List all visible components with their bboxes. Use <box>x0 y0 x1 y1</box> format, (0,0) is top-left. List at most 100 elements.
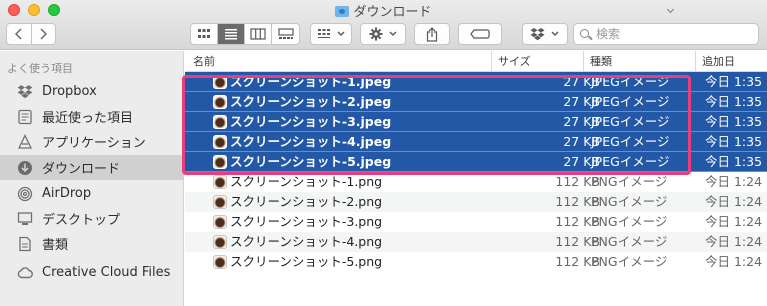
image-thumbnail-icon <box>213 75 227 89</box>
image-thumbnail-icon <box>213 195 227 209</box>
edit-tags-button[interactable] <box>458 23 502 45</box>
column-view-icon <box>250 28 266 40</box>
file-row[interactable]: スクリーンショット-2.jpeg 27 KB JPEGイメージ 今日 1:35 <box>185 92 767 112</box>
file-name: スクリーンショット-3.jpeg <box>230 114 392 129</box>
list-view-button[interactable] <box>218 24 245 44</box>
sidebar-item-label: Dropbox <box>42 84 97 99</box>
file-name: スクリーンショット-3.png <box>230 214 383 229</box>
sidebar-item-applications[interactable]: アプリケーション <box>0 129 184 154</box>
file-size: 27 KB <box>563 114 600 129</box>
chevron-down-icon <box>337 31 344 36</box>
image-thumbnail-icon <box>213 255 227 269</box>
file-name: スクリーンショット-5.png <box>230 254 383 269</box>
file-date-added: 今日 1:35 <box>705 114 763 129</box>
file-kind: JPEGイメージ <box>591 94 670 109</box>
file-date-added: 今日 1:24 <box>705 194 763 209</box>
search-placeholder: 検索 <box>596 27 621 41</box>
view-mode-control <box>190 23 300 45</box>
column-header-size[interactable]: サイズ <box>491 51 583 72</box>
share-icon <box>426 26 438 42</box>
sidebar-item-label: 書類 <box>42 238 69 253</box>
chevron-down-icon <box>389 31 396 36</box>
file-date-added: 今日 1:24 <box>705 254 763 269</box>
gallery-view-button[interactable] <box>272 24 299 44</box>
chevron-left-icon <box>14 28 22 40</box>
dropbox-menu-button[interactable] <box>522 23 568 45</box>
sidebar-item-creative-cloud-files[interactable]: Creative Cloud Files <box>0 260 184 285</box>
sidebar-item-label: AirDrop <box>42 186 92 201</box>
share-button[interactable] <box>414 23 450 45</box>
file-row[interactable]: スクリーンショット-1.jpeg 27 KB JPEGイメージ 今日 1:35 <box>185 72 767 92</box>
group-by-button[interactable] <box>310 23 352 45</box>
file-kind: PNGイメージ <box>591 214 668 229</box>
file-row[interactable]: スクリーンショット-3.jpeg 27 KB JPEGイメージ 今日 1:35 <box>185 112 767 132</box>
file-size: 27 KB <box>563 154 600 169</box>
sidebar-item-documents[interactable]: 書類 <box>0 231 184 256</box>
file-row[interactable]: スクリーンショット-2.png 112 KB PNGイメージ 今日 1:24 <box>185 192 767 212</box>
dropbox-icon <box>530 27 545 40</box>
file-kind: PNGイメージ <box>591 194 668 209</box>
sidebar-item-label: アプリケーション <box>42 136 146 151</box>
back-button[interactable] <box>7 24 32 44</box>
file-name: スクリーンショット-4.jpeg <box>230 134 392 149</box>
column-header-name[interactable]: 名前 <box>187 51 491 72</box>
file-row[interactable]: スクリーンショット-4.png 112 KB PNGイメージ 今日 1:24 <box>185 232 767 252</box>
gallery-view-icon <box>277 28 294 39</box>
sidebar-item-dropbox[interactable]: Dropbox <box>0 79 184 104</box>
file-kind: JPEGイメージ <box>591 154 670 169</box>
sidebar: よく使う項目 Dropbox 最近使った項目 アプリケーション ダウンロード A… <box>0 51 184 306</box>
file-name: スクリーンショット-2.png <box>230 194 383 209</box>
file-kind: PNGイメージ <box>591 174 668 189</box>
desktop-icon <box>16 210 34 228</box>
sidebar-item-desktop[interactable]: デスクトップ <box>0 206 184 231</box>
file-kind: JPEGイメージ <box>591 74 670 89</box>
image-thumbnail-icon <box>213 135 227 149</box>
dropbox-icon <box>16 83 34 101</box>
file-size: 112 KB <box>555 194 600 209</box>
forward-button[interactable] <box>32 24 56 44</box>
file-date-added: 今日 1:35 <box>705 94 763 109</box>
sidebar-item-downloads[interactable]: ダウンロード <box>0 155 184 180</box>
file-name: スクリーンショット-1.png <box>230 174 383 189</box>
action-menu-button[interactable] <box>360 23 406 45</box>
downloads-folder-icon <box>335 6 350 17</box>
file-kind: JPEGイメージ <box>591 134 670 149</box>
gear-icon <box>369 27 382 41</box>
window-title: ダウンロード <box>0 1 767 20</box>
image-thumbnail-icon <box>213 155 227 169</box>
icon-view-icon <box>198 29 210 38</box>
sidebar-item-recents[interactable]: 最近使った項目 <box>0 104 184 129</box>
image-thumbnail-icon <box>213 95 227 109</box>
search-icon <box>580 29 589 38</box>
window-toolbar: ダウンロード 検索 <box>0 0 767 50</box>
image-thumbnail-icon <box>213 215 227 229</box>
creative-cloud-icon <box>16 264 34 282</box>
column-view-button[interactable] <box>245 24 272 44</box>
recents-icon <box>16 108 34 126</box>
file-name: スクリーンショット-1.jpeg <box>230 74 392 89</box>
file-date-added: 今日 1:24 <box>705 234 763 249</box>
file-row[interactable]: スクリーンショット-5.png 112 KB PNGイメージ 今日 1:24 <box>185 252 767 272</box>
download-icon <box>16 159 34 177</box>
column-header-kind[interactable]: 種類 <box>583 51 695 72</box>
image-thumbnail-icon <box>213 115 227 129</box>
file-size: 112 KB <box>555 174 600 189</box>
image-thumbnail-icon <box>213 175 227 189</box>
sidebar-item-label: Creative Cloud Files <box>42 265 171 280</box>
file-row[interactable]: スクリーンショット-1.png 112 KB PNGイメージ 今日 1:24 <box>185 172 767 192</box>
file-name: スクリーンショット-5.jpeg <box>230 154 392 169</box>
file-name: スクリーンショット-4.png <box>230 234 383 249</box>
file-size: 27 KB <box>563 74 600 89</box>
file-row[interactable]: スクリーンショット-5.jpeg 27 KB JPEGイメージ 今日 1:35 <box>185 152 767 172</box>
column-header-date-added[interactable]: 追加日 <box>695 51 767 72</box>
search-field[interactable]: 検索 <box>573 23 759 45</box>
file-row[interactable]: スクリーンショット-3.png 112 KB PNGイメージ 今日 1:24 <box>185 212 767 232</box>
list-view-icon <box>225 29 237 40</box>
sidebar-item-label: ダウンロード <box>42 162 121 177</box>
sidebar-item-airdrop[interactable]: AirDrop <box>0 181 184 206</box>
file-list: スクリーンショット-1.jpeg 27 KB JPEGイメージ 今日 1:35 スクリ… <box>185 72 767 272</box>
sidebar-item-label: 最近使った項目 <box>42 111 134 126</box>
file-row[interactable]: スクリーンショット-4.jpeg 27 KB JPEGイメージ 今日 1:35 <box>185 132 767 152</box>
icon-view-button[interactable] <box>191 24 218 44</box>
applications-icon <box>16 133 34 151</box>
